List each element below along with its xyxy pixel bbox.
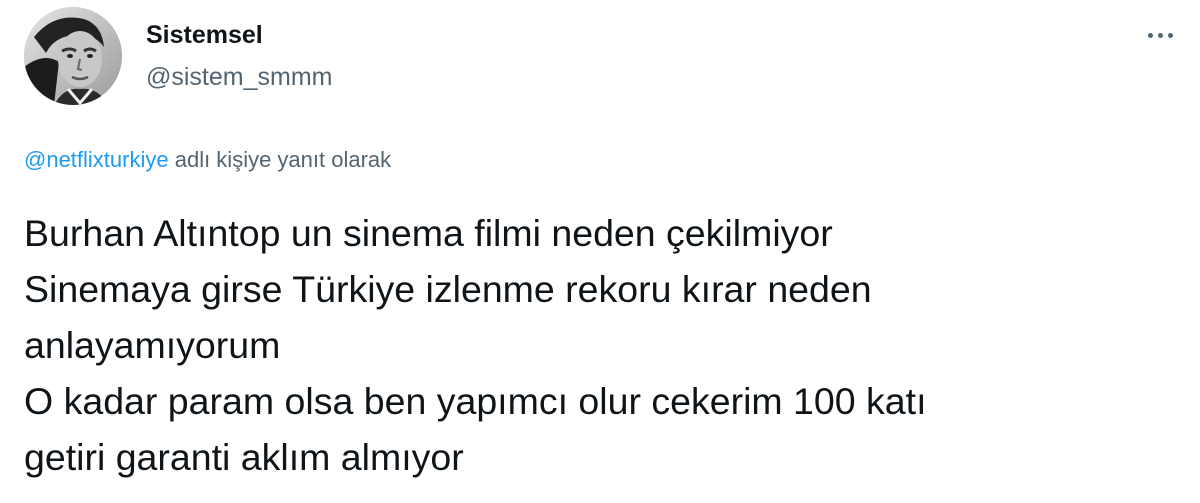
avatar-image [24, 7, 122, 105]
tweet-card: Sistemsel @sistem_smmm @netflixturkiye a… [0, 0, 1200, 503]
tweet-text-line: O kadar param olsa ben yapımcı olur ceke… [24, 380, 927, 422]
tweet-text-line: anlayamıyorum [24, 324, 281, 366]
author-display-name[interactable]: Sistemsel [146, 20, 263, 50]
tweet-text-line: getiri garanti aklım almıyor [24, 436, 464, 478]
reply-context: @netflixturkiye adlı kişiye yanıt olarak [24, 146, 391, 174]
tweet-text: Burhan Altıntop un sinema filmi neden çe… [24, 205, 1174, 485]
reply-mention-link[interactable]: @netflixturkiye [24, 147, 169, 172]
reply-context-text: adlı kişiye yanıt olarak [168, 147, 392, 172]
author-handle[interactable]: @sistem_smmm [146, 62, 333, 92]
tweet-text-line: Burhan Altıntop un sinema filmi neden çe… [24, 212, 833, 254]
author-avatar[interactable] [24, 7, 122, 105]
tweet-text-line: Sinemaya girse Türkiye izlenme rekoru kı… [24, 268, 872, 310]
more-options-button[interactable] [1140, 22, 1180, 48]
more-horizontal-icon [1145, 32, 1175, 38]
